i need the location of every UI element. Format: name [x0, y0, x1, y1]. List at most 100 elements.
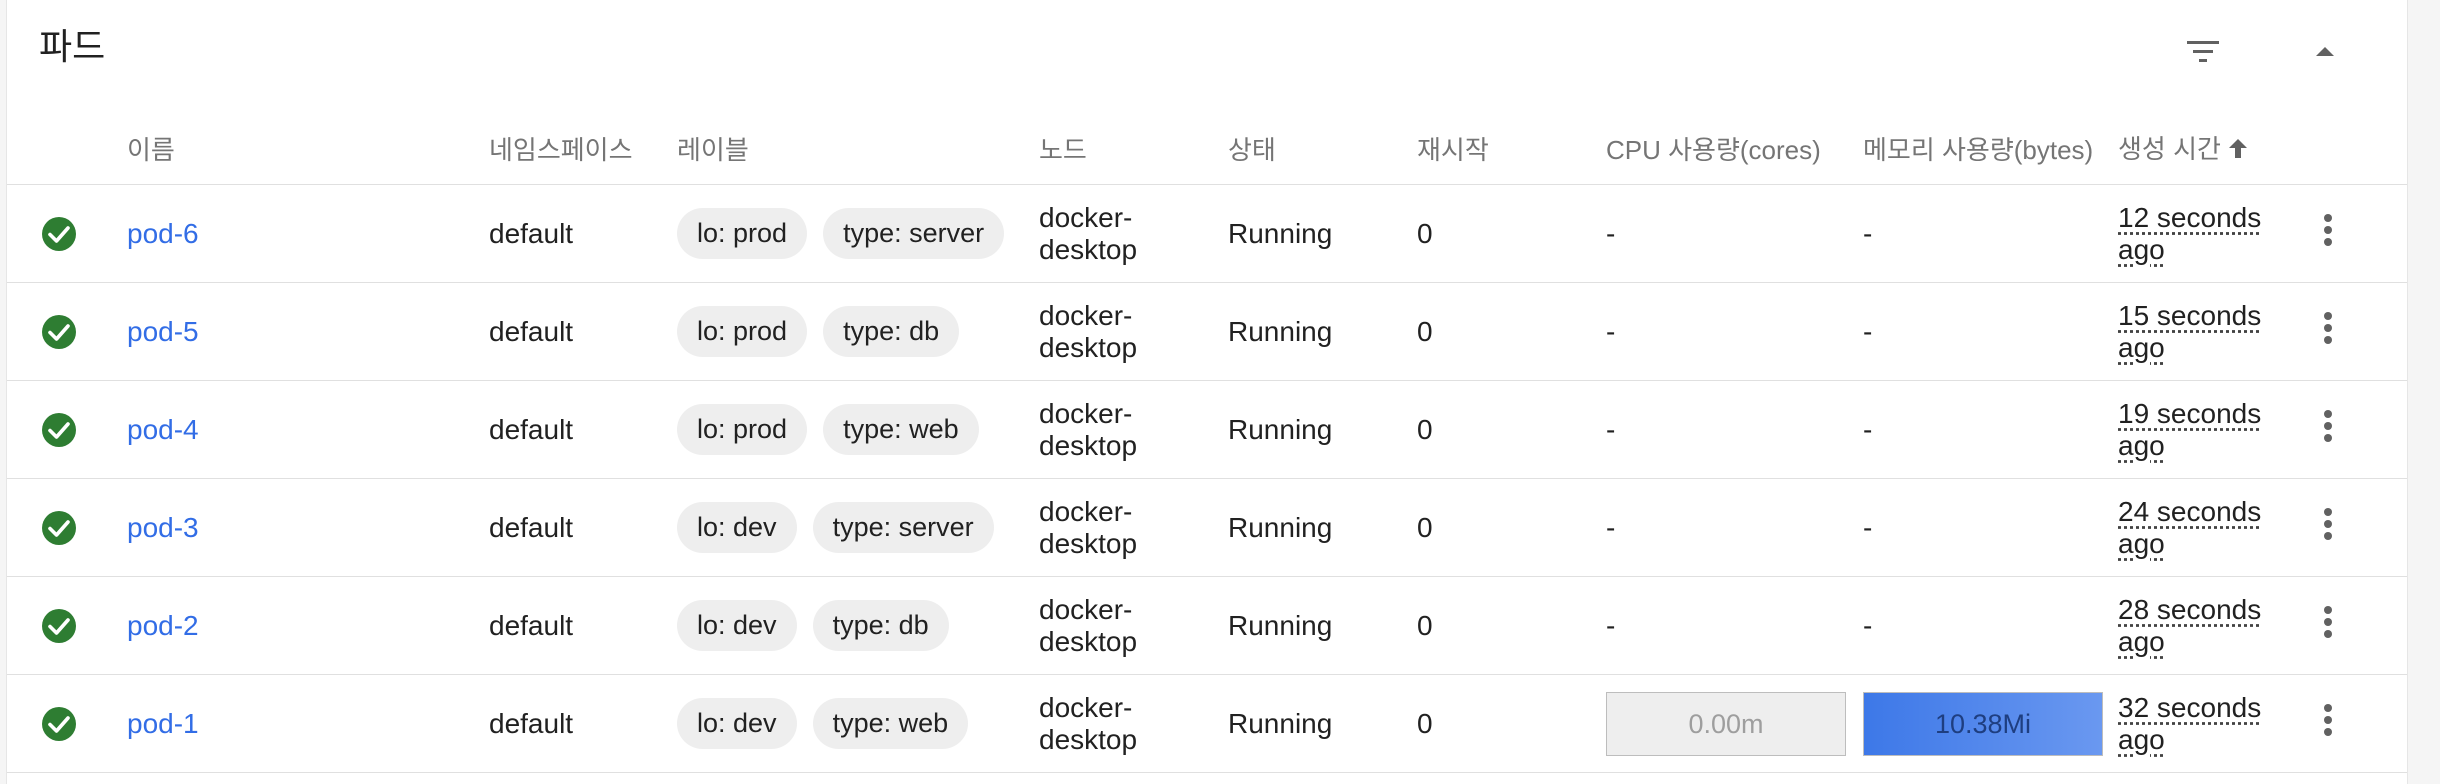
- node-name-line: docker-: [1039, 299, 1133, 331]
- pod-name-link[interactable]: pod-3: [127, 512, 199, 543]
- table-row: pod-3 default lo: dev type: server docker…: [7, 478, 2407, 577]
- memory-value: -: [1863, 217, 1873, 249]
- more-vert-icon: [2324, 214, 2332, 246]
- header-node[interactable]: 노드: [1039, 112, 1228, 185]
- more-vert-icon: [2324, 508, 2332, 540]
- restarts-cell: 0: [1417, 282, 1606, 381]
- header-name[interactable]: 이름: [127, 112, 489, 185]
- row-menu-button[interactable]: [2308, 600, 2348, 651]
- check-circle-icon: [42, 510, 76, 545]
- restarts-cell: 0: [1417, 478, 1606, 577]
- pods-table: 이름 네임스페이스 레이블 노드 상태 재시작 CPU 사용량(cores) 메…: [7, 112, 2407, 773]
- cpu-cell: -: [1606, 184, 1863, 283]
- restarts-cell: 0: [1417, 184, 1606, 283]
- pod-name-link[interactable]: pod-2: [127, 610, 199, 641]
- row-menu-button[interactable]: [2308, 502, 2348, 553]
- created-time: 12 seconds ago: [2118, 201, 2262, 265]
- pod-name-link[interactable]: pod-4: [127, 414, 199, 445]
- more-vert-icon: [2324, 410, 2332, 442]
- label-chip: type: db: [812, 600, 949, 651]
- arrow-up-icon: [2227, 136, 2249, 167]
- header-namespace[interactable]: 네임스페이스: [489, 112, 677, 185]
- cpu-value: -: [1606, 217, 1616, 249]
- labels-cell: lo: dev type: db: [677, 576, 1039, 675]
- table-row: pod-5 default lo: prod type: db docker- d…: [7, 282, 2407, 381]
- node-name-line: docker-: [1039, 691, 1133, 723]
- state-cell: Running: [1228, 282, 1417, 381]
- cpu-cell: -: [1606, 576, 1863, 675]
- created-time: 15 seconds ago: [2118, 299, 2262, 363]
- cpu-value: -: [1606, 315, 1616, 347]
- header-memory: 메모리 사용량(bytes): [1863, 112, 2118, 185]
- row-menu-button[interactable]: [2308, 404, 2348, 455]
- namespace-cell: default: [489, 478, 677, 577]
- state-cell: Running: [1228, 674, 1417, 773]
- header-cpu: CPU 사용량(cores): [1606, 112, 1863, 185]
- header-restarts[interactable]: 재시작: [1417, 112, 1606, 185]
- created-time: 19 seconds ago: [2118, 397, 2262, 461]
- cpu-value: -: [1606, 511, 1616, 543]
- name-cell: pod-6: [127, 184, 489, 283]
- node-name-line: docker-: [1039, 201, 1133, 233]
- check-circle-icon: [42, 706, 76, 741]
- memory-value: -: [1863, 315, 1873, 347]
- header-created[interactable]: 생성 시간: [2118, 112, 2308, 185]
- check-circle-icon: [42, 314, 76, 349]
- header-labels: 레이블: [677, 112, 1039, 185]
- header-status: [7, 112, 127, 185]
- row-menu-button[interactable]: [2308, 698, 2348, 749]
- header-actions: [2308, 112, 2407, 185]
- actions-cell: [2308, 184, 2407, 283]
- table-row: pod-4 default lo: prod type: web docker- …: [7, 380, 2407, 479]
- filter-icon: [2187, 41, 2219, 62]
- label-chip: lo: prod: [677, 208, 808, 259]
- header-created-label: 생성 시간: [2118, 134, 2221, 164]
- node-name-line: desktop: [1039, 429, 1138, 461]
- row-menu-button[interactable]: [2308, 208, 2348, 259]
- node-name-line: docker-: [1039, 495, 1133, 527]
- cpu-cell: 0.00m: [1606, 674, 1863, 773]
- status-cell: [7, 674, 127, 773]
- restarts-cell: 0: [1417, 674, 1606, 773]
- actions-cell: [2308, 380, 2407, 479]
- created-time: 24 seconds ago: [2118, 495, 2262, 559]
- pod-name-link[interactable]: pod-1: [127, 708, 199, 739]
- actions-cell: [2308, 674, 2407, 773]
- actions-cell: [2308, 282, 2407, 381]
- filter-button[interactable]: [2181, 30, 2225, 74]
- created-cell: 12 seconds ago: [2118, 184, 2308, 283]
- name-cell: pod-5: [127, 282, 489, 381]
- node-name-line: docker-: [1039, 397, 1133, 429]
- memory-value: -: [1863, 609, 1873, 641]
- memory-cell: -: [1863, 478, 2118, 577]
- namespace-cell: default: [489, 184, 677, 283]
- table-row: pod-1 default lo: dev type: web docker- d…: [7, 674, 2407, 773]
- cpu-value: -: [1606, 413, 1616, 445]
- name-cell: pod-4: [127, 380, 489, 479]
- status-cell: [7, 184, 127, 283]
- cpu-value: -: [1606, 609, 1616, 641]
- more-vert-icon: [2324, 606, 2332, 638]
- memory-usage-bar: 10.38Mi: [1863, 691, 2103, 756]
- pod-name-link[interactable]: pod-6: [127, 218, 199, 249]
- restarts-cell: 0: [1417, 380, 1606, 479]
- memory-value: -: [1863, 511, 1873, 543]
- label-chip: type: server: [823, 208, 1005, 259]
- collapse-button[interactable]: [2303, 30, 2347, 74]
- cpu-usage-bar: 0.00m: [1606, 691, 1846, 756]
- state-cell: Running: [1228, 380, 1417, 479]
- pod-name-link[interactable]: pod-5: [127, 316, 199, 347]
- label-chip: type: web: [823, 404, 979, 455]
- check-circle-icon: [42, 608, 76, 643]
- labels-cell: lo: prod type: db: [677, 282, 1039, 381]
- label-chip: lo: prod: [677, 404, 808, 455]
- name-cell: pod-1: [127, 674, 489, 773]
- node-cell: docker- desktop: [1039, 380, 1228, 479]
- row-menu-button[interactable]: [2308, 306, 2348, 357]
- header-state[interactable]: 상태: [1228, 112, 1417, 185]
- created-cell: 15 seconds ago: [2118, 282, 2308, 381]
- actions-cell: [2308, 576, 2407, 675]
- labels-cell: lo: prod type: web: [677, 380, 1039, 479]
- label-chip: type: server: [812, 502, 994, 553]
- node-name-line: desktop: [1039, 233, 1138, 265]
